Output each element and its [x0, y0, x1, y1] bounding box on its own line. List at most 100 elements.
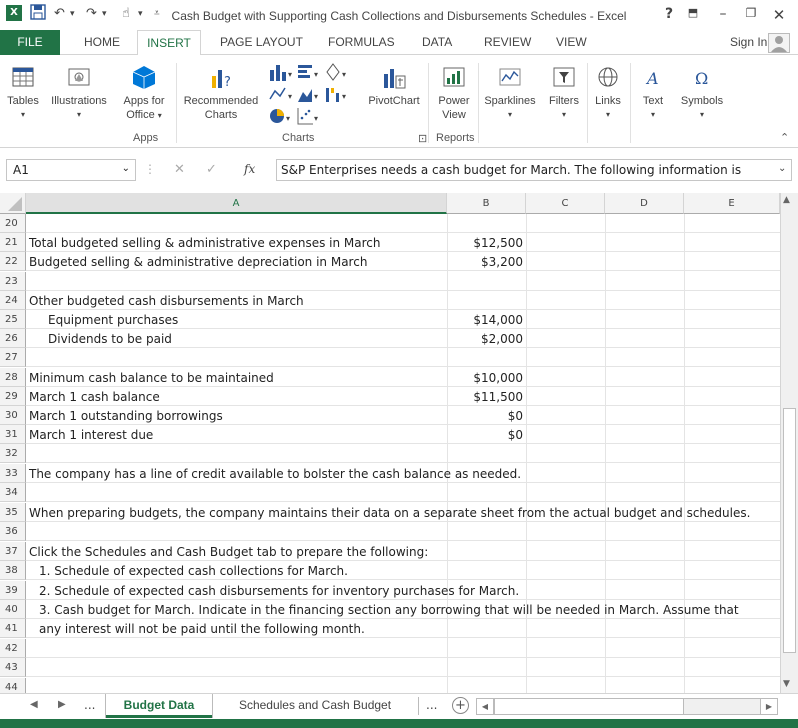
- row-header[interactable]: 43: [0, 658, 26, 677]
- scrollbar-thumb[interactable]: [783, 408, 796, 653]
- row-header[interactable]: 36: [0, 522, 26, 541]
- symbols-button[interactable]: Ω Symbols ▾: [676, 64, 728, 122]
- tab-data[interactable]: DATA: [422, 35, 452, 49]
- row-header[interactable]: 23: [0, 272, 26, 291]
- cell-a28[interactable]: Minimum cash balance to be maintained: [29, 371, 274, 385]
- row-header[interactable]: 27: [0, 348, 26, 367]
- horizontal-scrollbar-track[interactable]: [684, 698, 760, 715]
- row-header[interactable]: 29: [0, 387, 26, 406]
- hscroll-right-icon[interactable]: ▶: [760, 698, 778, 715]
- row-header[interactable]: 26: [0, 329, 26, 348]
- hierarchy-chart-icon[interactable]: ▾: [324, 62, 350, 82]
- scroll-down-icon[interactable]: ▼: [783, 679, 790, 689]
- row-header[interactable]: 38: [0, 561, 26, 580]
- row-header[interactable]: 20: [0, 214, 26, 233]
- close-icon[interactable]: ✕: [770, 6, 788, 24]
- vertical-scrollbar[interactable]: ▲ ▼: [780, 193, 798, 693]
- tab-insert[interactable]: INSERT: [137, 30, 201, 56]
- collapse-ribbon-icon[interactable]: ⌃: [780, 131, 789, 144]
- restore-icon[interactable]: ❐: [742, 6, 760, 20]
- cell-a41[interactable]: any interest will not be paid until the …: [39, 622, 365, 636]
- confirm-entry-icon[interactable]: ✓: [206, 162, 217, 177]
- scroll-up-icon[interactable]: ▲: [783, 195, 790, 205]
- tab-review[interactable]: REVIEW: [484, 35, 531, 49]
- bar-chart-icon[interactable]: ▾: [296, 62, 322, 82]
- row-header[interactable]: 40: [0, 600, 26, 619]
- cell-a38[interactable]: 1. Schedule of expected cash collections…: [39, 564, 348, 578]
- row-header[interactable]: 28: [0, 368, 26, 387]
- ribbon-display-options-icon[interactable]: ⬒: [684, 6, 702, 19]
- text-button[interactable]: A Text ▾: [634, 64, 672, 122]
- row-header[interactable]: 30: [0, 406, 26, 425]
- name-box-dropdown-icon[interactable]: ⌄: [122, 163, 130, 174]
- cell-b26[interactable]: $2,000: [433, 332, 523, 346]
- new-sheet-icon[interactable]: +: [452, 697, 469, 714]
- cell-b28[interactable]: $10,000: [433, 371, 523, 385]
- cell-a25[interactable]: Equipment purchases: [48, 313, 178, 327]
- row-header[interactable]: 21: [0, 233, 26, 252]
- column-header-e[interactable]: E: [684, 193, 780, 214]
- minimize-icon[interactable]: –: [714, 6, 732, 22]
- expand-formula-bar-icon[interactable]: ⌄: [778, 163, 786, 174]
- row-header[interactable]: 24: [0, 291, 26, 310]
- tables-button[interactable]: Tables ▾: [4, 64, 42, 122]
- power-view-button[interactable]: Power View: [432, 64, 476, 122]
- row-header[interactable]: 22: [0, 252, 26, 271]
- help-icon[interactable]: ?: [660, 6, 678, 22]
- column-header-c[interactable]: C: [526, 193, 605, 214]
- cell-b25[interactable]: $14,000: [433, 313, 523, 327]
- row-header[interactable]: 44: [0, 678, 26, 693]
- cell-a29[interactable]: March 1 cash balance: [29, 390, 160, 404]
- row-header[interactable]: 31: [0, 425, 26, 444]
- cell-b22[interactable]: $3,200: [433, 255, 523, 269]
- hscroll-left-icon[interactable]: ◀: [476, 698, 494, 715]
- sheet-tab-schedules-and-cash-budget[interactable]: Schedules and Cash Budget: [220, 694, 410, 718]
- row-header[interactable]: 33: [0, 464, 26, 483]
- filters-button[interactable]: Filters ▾: [544, 64, 584, 122]
- sparklines-button[interactable]: Sparklines ▾: [480, 64, 540, 122]
- reports-group-launcher-icon[interactable]: ⊡: [418, 132, 427, 145]
- row-header[interactable]: 42: [0, 639, 26, 658]
- cell-a26[interactable]: Dividends to be paid: [48, 332, 172, 346]
- cell-b29[interactable]: $11,500: [433, 390, 523, 404]
- tab-formulas[interactable]: FORMULAS: [328, 35, 395, 49]
- tab-view[interactable]: VIEW: [556, 35, 587, 49]
- line-chart-icon[interactable]: ▾: [268, 84, 294, 104]
- worksheet-grid[interactable]: A B C D E 20 21 Total budgeted selling & a…: [0, 193, 780, 693]
- column-header-b[interactable]: B: [447, 193, 526, 214]
- cell-b31[interactable]: $0: [433, 428, 523, 442]
- row-header[interactable]: 34: [0, 483, 26, 502]
- cell-a37[interactable]: Click the Schedules and Cash Budget tab …: [29, 545, 428, 559]
- cell-a30[interactable]: March 1 outstanding borrowings: [29, 409, 223, 423]
- pie-chart-icon[interactable]: ▾: [268, 106, 294, 126]
- area-chart-icon[interactable]: ▾: [296, 84, 322, 104]
- row-header[interactable]: 25: [0, 310, 26, 329]
- sheet-tab-budget-data[interactable]: Budget Data: [106, 694, 212, 718]
- row-header[interactable]: 41: [0, 619, 26, 638]
- select-all-corner[interactable]: [0, 193, 26, 214]
- cell-b30[interactable]: $0: [433, 409, 523, 423]
- apps-for-office-button[interactable]: Apps for Office ▾: [116, 64, 172, 123]
- cell-a40[interactable]: 3. Cash budget for March. Indicate in th…: [39, 603, 739, 617]
- cell-a35[interactable]: When preparing budgets, the company main…: [29, 506, 750, 520]
- cell-a31[interactable]: March 1 interest due: [29, 428, 153, 442]
- tab-file[interactable]: FILE: [0, 30, 60, 55]
- tab-home[interactable]: HOME: [84, 35, 120, 49]
- next-sheet-icon[interactable]: ▶: [58, 699, 66, 710]
- user-avatar-icon[interactable]: [768, 33, 790, 53]
- row-header[interactable]: 37: [0, 542, 26, 561]
- formula-input[interactable]: S&P Enterprises needs a cash budget for …: [276, 159, 792, 181]
- column-header-a[interactable]: A: [26, 193, 447, 214]
- prev-sheet-icon[interactable]: ◀: [30, 699, 38, 710]
- cell-a24[interactable]: Other budgeted cash disbursements in Mar…: [29, 294, 304, 308]
- links-button[interactable]: Links ▾: [590, 64, 626, 122]
- cell-a22[interactable]: Budgeted selling & administrative deprec…: [29, 255, 367, 269]
- row-header[interactable]: 32: [0, 444, 26, 463]
- cell-a33[interactable]: The company has a line of credit availab…: [29, 467, 521, 481]
- waterfall-chart-icon[interactable]: ▾: [324, 84, 350, 104]
- name-box[interactable]: A1 ⌄: [6, 159, 136, 181]
- tab-page-layout[interactable]: PAGE LAYOUT: [220, 35, 303, 49]
- more-sheets-left[interactable]: ...: [84, 698, 95, 712]
- cell-a39[interactable]: 2. Schedule of expected cash disbursemen…: [39, 584, 519, 598]
- sign-in-link[interactable]: Sign In: [730, 35, 767, 49]
